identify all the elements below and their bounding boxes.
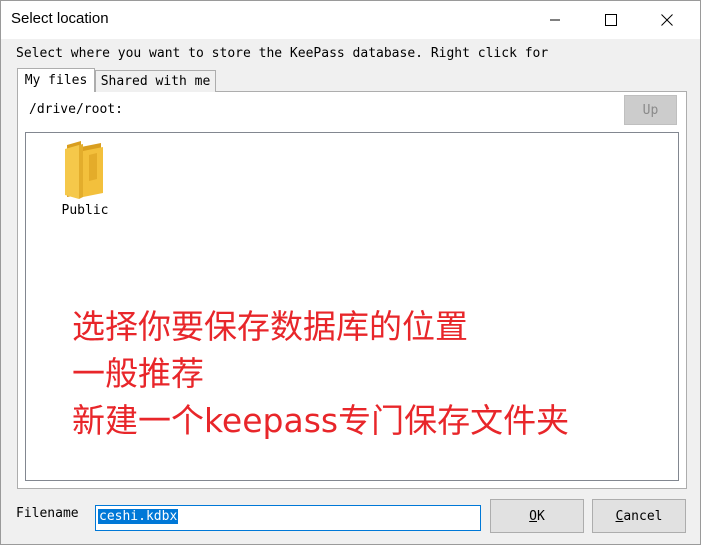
select-location-dialog: Select location Select where you want to…	[0, 0, 701, 545]
tab-shared-with-me[interactable]: Shared with me	[95, 70, 216, 92]
folder-icon	[65, 141, 103, 199]
window-title: Select location	[11, 10, 109, 27]
list-item[interactable]: Public	[52, 139, 118, 219]
annotation-line: 选择你要保存数据库的位置	[72, 307, 468, 346]
maximize-icon	[605, 14, 617, 26]
filename-input[interactable]: ceshi.kdbx	[95, 505, 481, 531]
up-button[interactable]: Up	[624, 95, 677, 125]
title-bar: Select location	[1, 1, 700, 39]
instructions-text: Select where you want to store the KeePa…	[16, 46, 549, 61]
annotation-line: 新建一个keepass专门保存文件夹	[72, 401, 570, 440]
annotation-line: 一般推荐	[72, 354, 204, 393]
file-list[interactable]: Public 选择你要保存数据库的位置 一般推荐 新建一个keepass专门保存…	[25, 132, 679, 481]
filename-value: ceshi.kdbx	[98, 509, 179, 524]
close-button[interactable]	[644, 1, 690, 39]
ok-button[interactable]: OK	[490, 499, 584, 533]
current-path: /drive/root:	[29, 102, 123, 117]
cancel-button[interactable]: Cancel	[592, 499, 686, 533]
cancel-button-label: Cancel	[615, 508, 663, 524]
tab-my-files[interactable]: My files	[17, 68, 95, 92]
annotation-text: 选择你要保存数据库的位置 一般推荐 新建一个keepass专门保存文件夹	[72, 303, 569, 444]
minimize-icon	[550, 19, 560, 21]
close-icon	[661, 14, 673, 26]
minimize-button[interactable]	[532, 1, 578, 39]
tab-panel: /drive/root: Up Public 选择你要保存数据库的位置 一般推荐…	[17, 91, 687, 489]
maximize-button[interactable]	[588, 1, 634, 39]
filename-label: Filename	[16, 506, 79, 521]
folder-label: Public	[61, 203, 109, 218]
ok-button-label: OK	[529, 508, 545, 524]
